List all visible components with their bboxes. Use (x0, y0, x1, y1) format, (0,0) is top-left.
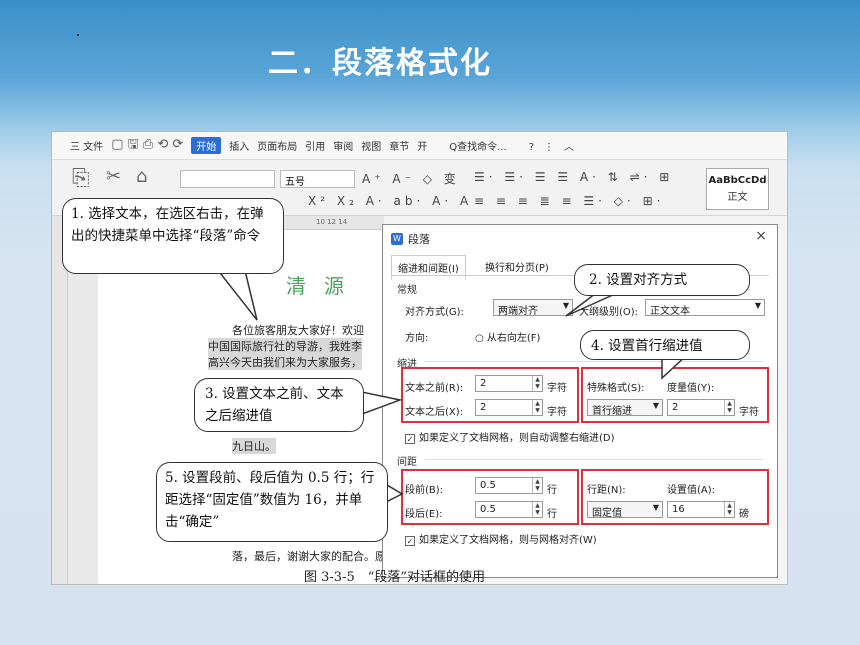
search-command[interactable]: Q查找命令... (449, 138, 506, 153)
format-tools[interactable]: X² X₂ A· ab· A· A (308, 194, 472, 208)
close-icon[interactable]: × (755, 228, 767, 244)
tab-section[interactable]: 章节 (389, 138, 409, 153)
help-icon[interactable]: ? ⋮ ︿ (529, 138, 574, 153)
tab-reference[interactable]: 引用 (305, 138, 325, 153)
format-painter-icon[interactable]: ⌂ (136, 166, 147, 187)
paragraph-tools-top[interactable]: ☰· ☰· ☰ ☰ A· ⇅ ⇌· ⊞ (474, 170, 673, 184)
font-name-input[interactable] (180, 170, 275, 188)
direction-label: 方向: (405, 333, 429, 344)
quick-access-icons[interactable]: ▢ 🖫 ⎙ ⟲ ⟳ (111, 135, 183, 157)
doc-line: 九日山。 (232, 438, 276, 454)
align-select[interactable]: 两端对齐 ▼ (493, 299, 573, 317)
slide-title: 二．段落格式化 (268, 46, 492, 81)
figure-caption: 图 3-3-5 “段落”对话框的使用 (304, 570, 486, 585)
highlight-line-spacing (581, 469, 769, 525)
callout-step5: 5. 设置段前、段后值为 0.5 行；行距选择“固定值”数值为 16，并单击“确… (156, 462, 388, 542)
file-menu[interactable]: 三 文件 (70, 138, 103, 153)
font-tools[interactable]: A⁺ A⁻ ◇ 变 (362, 170, 460, 187)
callout-step1: 1. 选择文本，在选区右击，在弹出的快捷菜单中选择“段落”命令 (62, 198, 284, 274)
divider (425, 459, 763, 460)
divider (425, 361, 763, 362)
doc-title: 清源 (286, 274, 362, 298)
check-icon: ✓ (405, 536, 415, 546)
chevron-down-icon: ▼ (754, 301, 761, 310)
wps-icon: W (391, 233, 403, 245)
dialog-title: W 段落 (391, 231, 430, 247)
callout-step4: 4. 设置首行缩进值 (580, 330, 750, 360)
tab-start[interactable]: 开始 (191, 137, 222, 154)
font-size-select[interactable]: 五号 (280, 170, 355, 188)
highlight-indent-text (401, 367, 579, 423)
align-label: 对齐方式(G): (405, 307, 464, 318)
section-spacing: 间距 (397, 457, 417, 468)
vertical-ruler (52, 216, 68, 584)
tab-insert[interactable]: 插入 (229, 138, 249, 153)
tab-indent-spacing[interactable]: 缩进和间距(I) (391, 255, 466, 280)
doc-line: 高兴今天由我们来为大家服务， (208, 354, 362, 370)
outline-select[interactable]: 正文文本 ▼ (645, 299, 765, 317)
chevron-down-icon: ▼ (562, 301, 569, 310)
paragraph-tools-bottom[interactable]: ≡ ≡ ≡ ≣ ≡ ☰· ◇· ⊞· (474, 194, 664, 208)
tab-dev[interactable]: 开 (417, 138, 427, 153)
check-icon: ✓ (405, 434, 415, 444)
highlight-first-line (581, 367, 769, 423)
tab-layout[interactable]: 页面布局 (257, 138, 297, 153)
snap-grid-checkbox[interactable]: ✓ 如果定义了文档网格，则与网格对齐(W) (405, 531, 597, 546)
cut-icon[interactable]: ✂ (106, 166, 121, 187)
outline-label: 大纲级别(O): (579, 307, 639, 318)
tab-review[interactable]: 审阅 (333, 138, 353, 153)
doc-line: 落，最后，谢谢大家的配合。愿 (232, 550, 386, 563)
tab-view[interactable]: 视图 (361, 138, 381, 153)
screenshot-figure: 三 文件 ▢ 🖫 ⎙ ⟲ ⟳ 开始 插入 页面布局 引用 审阅 视图 章节 开 … (51, 131, 788, 585)
doc-line: 中国国际旅行社的导游，我姓李 (208, 338, 362, 354)
rtl-radio[interactable]: ○ 从右向左(F) (475, 329, 540, 344)
menu-bar: 三 文件 ▢ 🖫 ⎙ ⟲ ⟳ 开始 插入 页面布局 引用 审阅 视图 章节 开 … (52, 132, 787, 160)
section-general: 常规 (397, 285, 417, 296)
doc-line: 各位旅客朋友大家好！欢迎 (232, 324, 364, 337)
callout-step3: 3. 设置文本之前、文本之后缩进值 (194, 378, 364, 432)
paste-icon[interactable]: ⎘ (72, 166, 90, 191)
decorative-dot (77, 34, 79, 36)
style-normal[interactable]: AaBbCcDd 正文 (706, 168, 769, 210)
highlight-spacing (401, 469, 579, 525)
auto-indent-checkbox[interactable]: ✓ 如果定义了文档网格，则自动调整右缩进(D) (405, 429, 615, 444)
callout-step2: 2. 设置对齐方式 (574, 264, 750, 296)
